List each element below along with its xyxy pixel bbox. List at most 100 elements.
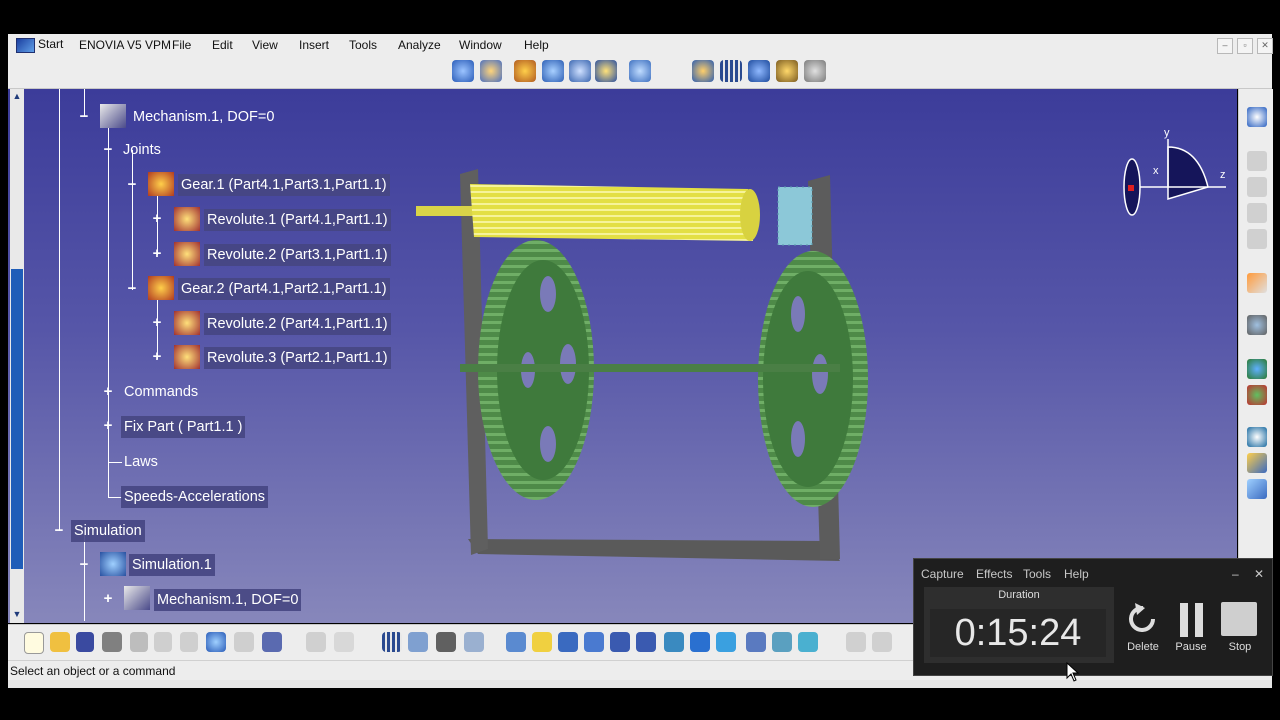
undo-icon[interactable] [206,632,226,652]
snap-icon[interactable] [1247,359,1267,379]
table-icon[interactable] [720,60,742,82]
recorder-menu-tools[interactable]: Tools [1023,567,1051,581]
rotate-icon[interactable] [452,60,474,82]
tree-revolute2b[interactable]: Revolute.2 (Part4.1,Part1.1) [204,313,391,335]
close-button[interactable]: ✕ [1257,38,1273,54]
expand-icon[interactable]: + [151,349,163,364]
swap-space-icon[interactable] [798,632,818,652]
recorder-menu-capture[interactable]: Capture [921,567,964,581]
hide-show-icon[interactable] [772,632,792,652]
constraints-icon[interactable] [1247,453,1267,473]
recorder-menu-help[interactable]: Help [1064,567,1089,581]
tree-icon[interactable] [408,632,428,652]
expand-icon[interactable]: + [151,246,163,261]
cut-icon[interactable] [130,632,148,652]
fly-icon[interactable] [480,60,502,82]
comment-icon[interactable] [334,632,354,652]
kinematics-icon[interactable] [692,60,714,82]
shading-icon[interactable] [746,632,766,652]
tree-simulation[interactable]: Simulation [71,520,145,542]
part-icon[interactable] [1247,229,1267,249]
gear-joint-icon[interactable] [514,60,536,82]
tree-gear1[interactable]: Gear.1 (Part4.1,Part3.1,Part1.1) [178,174,390,196]
open-icon[interactable] [50,632,70,652]
properties-icon[interactable] [464,632,484,652]
expand-icon[interactable]: + [151,315,163,330]
zoom-in-icon[interactable] [610,632,630,652]
catalog-icon[interactable] [1247,151,1267,171]
stop-label[interactable]: Stop [1215,641,1265,653]
tree-gear2[interactable]: Gear.2 (Part4.1,Part2.1,Part1.1) [178,278,390,300]
move-icon[interactable] [1247,315,1267,335]
formula-icon[interactable] [306,632,326,652]
tree-revolute3[interactable]: Revolute.3 (Part2.1,Part1.1) [204,347,391,369]
zoom-out-icon[interactable] [636,632,656,652]
collapse-icon[interactable]: − [126,281,138,296]
tree-laws[interactable]: Laws [121,451,161,473]
tree-commands[interactable]: Commands [121,381,201,403]
workbench-icon[interactable] [1247,107,1267,127]
help-icon[interactable] [262,632,282,652]
recorder-minimize-button[interactable]: – [1232,567,1239,581]
law-icon[interactable] [595,60,617,82]
tree-revolute1[interactable]: Revolute.1 (Part4.1,Part1.1) [204,209,391,231]
new-file-icon[interactable] [24,632,44,654]
tree-mechanism-simulation[interactable]: Mechanism.1, DOF=0 [154,589,302,611]
stop-icon[interactable] [1221,602,1257,636]
tree-mechanism[interactable]: Mechanism.1, DOF=0 [130,106,277,128]
collapse-icon[interactable]: − [53,523,65,538]
measure-icon[interactable] [436,632,456,652]
collapse-icon[interactable]: − [78,557,90,572]
product-icon[interactable] [1247,177,1267,197]
tree-simulation1[interactable]: Simulation.1 [129,554,215,576]
tree-fixpart[interactable]: Fix Part ( Part1.1 ) [121,416,246,438]
iso-view-icon[interactable] [716,632,736,652]
fixed-joint-icon[interactable] [542,60,564,82]
compass-icon[interactable] [1118,129,1228,219]
component-icon[interactable] [1247,203,1267,223]
fit-all-icon[interactable] [532,632,552,652]
fly-mode-icon[interactable] [506,632,526,652]
multi-view-icon[interactable] [690,632,710,652]
expand-icon[interactable]: + [102,591,114,606]
minimize-button[interactable]: – [1217,38,1233,54]
restore-button[interactable]: ▫ [1237,38,1253,54]
explode-icon[interactable] [1247,385,1267,405]
recorder-close-button[interactable]: ✕ [1254,567,1264,581]
analysis-icon[interactable] [629,60,651,82]
tree-speeds-accelerations[interactable]: Speeds-Accelerations [121,486,269,508]
collapse-icon[interactable]: − [102,142,114,157]
update-icon[interactable] [1247,479,1267,499]
collapse-icon[interactable]: − [126,177,138,192]
delete-label[interactable]: Delete [1118,641,1168,653]
print-icon[interactable] [102,632,122,652]
pause-label[interactable]: Pause [1166,641,1216,653]
copy-icon[interactable] [154,632,172,652]
clash-icon[interactable] [748,60,770,82]
normal-view-icon[interactable] [664,632,684,652]
redo-icon[interactable] [234,632,254,652]
menu-help[interactable]: Help [524,38,549,52]
simulation-icon[interactable] [569,60,591,82]
clash-check-icon[interactable] [1247,427,1267,447]
tree-joints[interactable]: Joints [120,139,164,161]
pan-icon[interactable] [558,632,578,652]
rotate-view-icon[interactable] [584,632,604,652]
save-icon[interactable] [76,632,94,652]
pause-icon[interactable] [1177,601,1207,641]
recorder-menu-effects[interactable]: Effects [976,567,1012,581]
collapse-icon[interactable]: − [78,109,90,124]
delete-icon[interactable] [1123,599,1163,639]
expand-icon[interactable]: + [151,211,163,226]
select-icon[interactable] [1247,273,1267,293]
paste-icon[interactable] [180,632,198,652]
sensor-icon[interactable] [776,60,798,82]
expand-icon[interactable]: + [102,384,114,399]
expand-icon[interactable]: + [102,418,114,433]
tree-revolute2[interactable]: Revolute.2 (Part3.1,Part1.1) [204,244,391,266]
disabled-tool-icon[interactable] [872,632,892,652]
menu-window[interactable]: Window [459,38,502,52]
disabled-tool-icon[interactable] [846,632,866,652]
grid-icon[interactable] [382,632,402,652]
tools-icon[interactable] [804,60,826,82]
